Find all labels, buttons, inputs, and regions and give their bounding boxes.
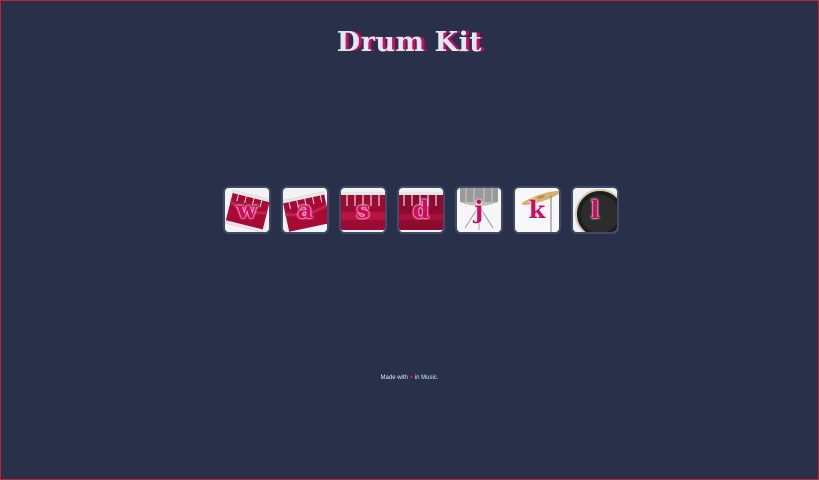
drum-key-label: j [474, 195, 484, 224]
drum-key-label: a [297, 195, 313, 224]
drum-button-w[interactable]: w [223, 186, 271, 234]
drum-key-label: k [528, 195, 546, 224]
drum-key-label: l [590, 195, 600, 224]
drum-key-label: s [356, 195, 370, 224]
drum-button-k[interactable]: k [513, 186, 561, 234]
drum-button-d[interactable]: d [397, 186, 445, 234]
page-title: Drum Kit [336, 27, 483, 59]
drum-button-a[interactable]: a [281, 186, 329, 234]
drum-button-s[interactable]: s [339, 186, 387, 234]
footer-prefix: Made with [380, 375, 408, 381]
footer-suffix: in Music. [414, 375, 439, 381]
drum-set: w a s d j k l [223, 186, 619, 234]
drum-button-l[interactable]: l [571, 186, 619, 234]
footer: Made with ♥ in Music. [1, 375, 818, 381]
drum-button-j[interactable]: j [455, 186, 503, 234]
drum-key-label: d [412, 195, 430, 224]
drum-key-label: w [236, 195, 258, 224]
heart-icon: ♥ [409, 375, 414, 381]
